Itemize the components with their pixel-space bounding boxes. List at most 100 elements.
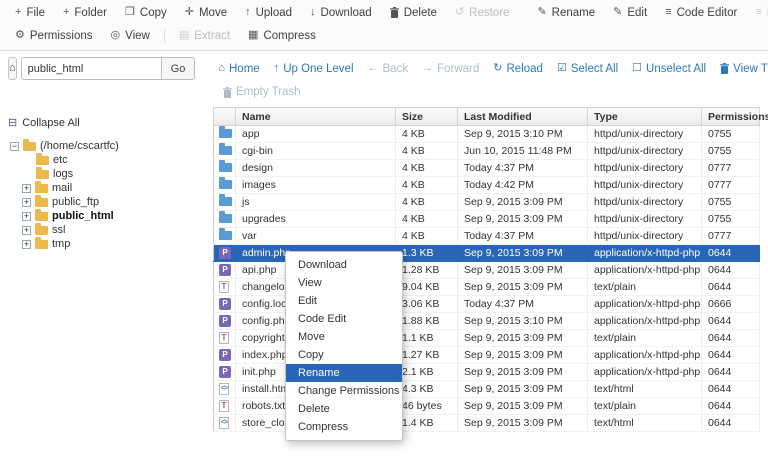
move-button[interactable]: ✛Move <box>176 5 236 21</box>
navigation-links: ⌂Home↑Up One Level←Back→Forward↻Reload☑S… <box>211 61 768 77</box>
tree-expand-icon[interactable]: + <box>22 226 31 235</box>
file-modified-cell: Today 4:37 PM <box>458 160 588 177</box>
home-link[interactable]: ⌂Home <box>211 61 266 77</box>
collapse-all-label: Collapse All <box>22 117 79 129</box>
directory-tree: −(/home/cscartfc)etclogs + mail + public_ftp… <box>8 139 207 251</box>
reload-link-label: Reload <box>507 63 543 75</box>
context-menu-item-move[interactable]: Move <box>286 328 402 346</box>
file-modified-cell: Sep 9, 2015 3:09 PM <box>458 262 588 279</box>
file-modified-cell: Sep 9, 2015 3:09 PM <box>458 347 588 364</box>
column-header-type[interactable]: Type <box>588 108 702 126</box>
file-perms-cell: 0755 <box>702 194 760 211</box>
context-menu-item-code-edit[interactable]: Code Edit <box>286 310 402 328</box>
column-header-permissions[interactable]: Permissions <box>702 108 760 126</box>
file-modified-cell: Today 4:37 PM <box>458 228 588 245</box>
tree-item-logs[interactable]: logs <box>36 167 207 181</box>
file-size-cell: 1.4 KB <box>396 415 458 432</box>
tree-expand-icon[interactable]: + <box>22 212 31 221</box>
permissions-button[interactable]: ⚙Permissions <box>6 28 102 44</box>
tree-expand-icon[interactable]: + <box>22 184 31 193</box>
tree-item-etc[interactable]: etc <box>36 153 207 167</box>
collapse-all[interactable]: ⊟ Collapse All <box>8 116 207 129</box>
context-menu-item-change-permissions[interactable]: Change Permissions <box>286 382 402 400</box>
download-icon: ↓ <box>310 7 316 18</box>
home-icon: ⌂ <box>9 63 16 74</box>
path-input[interactable] <box>21 57 161 80</box>
context-menu-item-rename[interactable]: Rename <box>286 364 402 382</box>
file-row-app[interactable]: app4 KBSep 9, 2015 3:10 PMhttpd/unix-dir… <box>214 126 760 143</box>
forward-arrow-icon: → <box>422 63 433 74</box>
file-row-js[interactable]: js4 KBSep 9, 2015 3:09 PMhttpd/unix-dire… <box>214 194 760 211</box>
file-row-images[interactable]: images4 KBToday 4:42 PMhttpd/unix-direct… <box>214 177 760 194</box>
file-name-cell: design <box>236 160 396 177</box>
tree-item-homecscartfc[interactable]: −(/home/cscartfc) <box>10 139 207 153</box>
context-menu-item-compress[interactable]: Compress <box>286 418 402 436</box>
file-size-cell: 4.3 KB <box>396 381 458 398</box>
permissions-button-label: Permissions <box>30 30 93 42</box>
tree-label: mail <box>52 182 72 194</box>
rename-button[interactable]: ✎Rename <box>528 5 604 21</box>
upload-button[interactable]: ↑Upload <box>236 5 301 21</box>
move-icon: ✛ <box>185 7 194 18</box>
unselect-all-link-label: Unselect All <box>646 63 706 75</box>
home-directory-button[interactable]: ⌂ <box>8 57 17 80</box>
tree-item-mail[interactable]: + mail <box>22 181 207 195</box>
file-type-cell: httpd/unix-directory <box>588 177 702 194</box>
tree-expand-icon[interactable]: + <box>22 240 31 249</box>
view-trash-link[interactable]: View Trash <box>713 61 768 77</box>
tree-item-public_html[interactable]: +public_html <box>22 209 207 223</box>
tree-item-ssl[interactable]: +ssl <box>22 223 207 237</box>
column-header-size[interactable]: Size <box>396 108 458 126</box>
file-row-var[interactable]: var4 KBToday 4:37 PMhttpd/unix-directory… <box>214 228 760 245</box>
file-modified-cell: Sep 9, 2015 3:10 PM <box>458 126 588 143</box>
delete-button[interactable]: Delete <box>381 5 446 21</box>
file-perms-cell: 0777 <box>702 177 760 194</box>
compress-button[interactable]: ▦Compress <box>239 28 325 44</box>
toolbar-row-1: +File+Folder❐Copy✛Move↑Upload↓DownloadDe… <box>6 1 762 24</box>
tree-item-tmp[interactable]: +tmp <box>22 237 207 251</box>
file-type-cell: application/x-httpd-php <box>588 364 702 381</box>
file-size-cell: 4 KB <box>396 177 458 194</box>
up-one-level-link[interactable]: ↑Up One Level <box>267 61 361 77</box>
file-type-icon-cell: T <box>214 330 236 347</box>
folder-button[interactable]: +Folder <box>54 5 116 21</box>
file-row-upgrades[interactable]: upgrades4 KBSep 9, 2015 3:09 PMhttpd/uni… <box>214 211 760 228</box>
context-menu-item-delete[interactable]: Delete <box>286 400 402 418</box>
rename-icon: ✎ <box>537 7 546 18</box>
column-header-name[interactable]: Name <box>236 108 396 126</box>
context-menu-item-edit[interactable]: Edit <box>286 292 402 310</box>
file-modified-cell: Jun 10, 2015 11:48 PM <box>458 143 588 160</box>
folder-icon <box>35 184 48 193</box>
tree-expand-icon[interactable]: + <box>22 198 31 207</box>
column-header-last-modified[interactable]: Last Modified <box>458 108 588 126</box>
folder-button-label: Folder <box>74 7 107 19</box>
tree-collapse-icon[interactable]: − <box>10 142 19 151</box>
go-button[interactable]: Go <box>161 57 196 80</box>
file-size-cell: 1.27 KB <box>396 347 458 364</box>
file-row-design[interactable]: design4 KBToday 4:37 PMhttpd/unix-direct… <box>214 160 760 177</box>
unselect-all-link[interactable]: ☐Unselect All <box>625 61 713 77</box>
file-type-icon-cell <box>214 143 236 160</box>
edit-button[interactable]: ✎Edit <box>604 5 656 21</box>
tree-item-public_ftp[interactable]: + public_ftp <box>22 195 207 209</box>
view-button[interactable]: ◎View <box>102 28 159 44</box>
download-button[interactable]: ↓Download <box>301 5 381 21</box>
file-name-cell: cgi-bin <box>236 143 396 160</box>
context-menu-item-view[interactable]: View <box>286 274 402 292</box>
file-type-cell: text/plain <box>588 330 702 347</box>
context-menu-item-download[interactable]: Download <box>286 256 402 274</box>
copy-button[interactable]: ❐Copy <box>116 5 176 21</box>
context-menu-item-copy[interactable]: Copy <box>286 346 402 364</box>
tree-label: public_ftp <box>52 196 99 208</box>
folder-icon <box>219 163 232 172</box>
file-button[interactable]: +File <box>6 5 54 21</box>
file-type-cell: text/html <box>588 381 702 398</box>
code-editor-button[interactable]: ≡Code Editor <box>656 5 746 21</box>
file-perms-cell: 0644 <box>702 313 760 330</box>
file-row-cgi-bin[interactable]: cgi-bin4 KBJun 10, 2015 11:48 PMhttpd/un… <box>214 143 760 160</box>
file-perms-cell: 0644 <box>702 245 760 262</box>
trash-icon <box>390 7 399 18</box>
copy-icon: ❐ <box>125 7 135 18</box>
select-all-link[interactable]: ☑Select All <box>550 61 625 77</box>
reload-link[interactable]: ↻Reload <box>486 61 550 77</box>
